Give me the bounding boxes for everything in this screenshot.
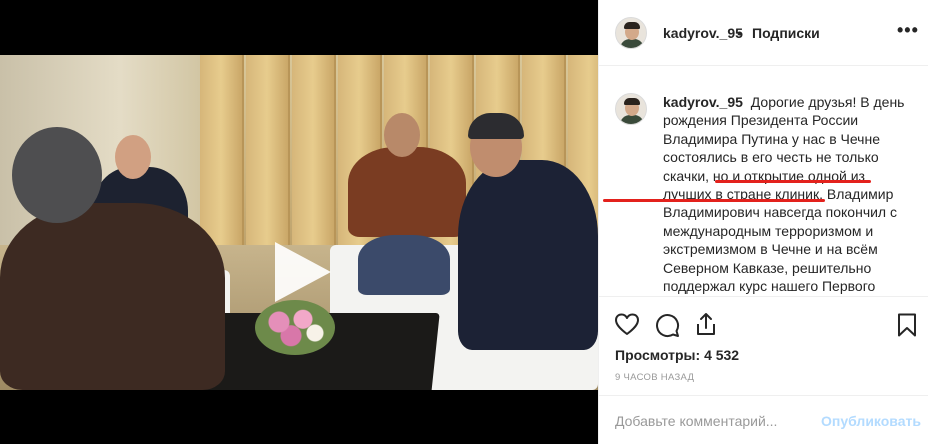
flower-bouquet — [255, 300, 335, 355]
person-center — [348, 147, 466, 237]
caption-username-link[interactable]: kadyrov._95 — [663, 94, 743, 110]
video-player[interactable] — [0, 55, 598, 390]
publish-button[interactable]: Опубликовать — [821, 413, 921, 429]
caption-text-2: . Владимир Владимирович навсегда покончи… — [663, 186, 897, 295]
person-right — [458, 160, 598, 350]
comment-icon[interactable] — [654, 312, 680, 338]
views-number: 4 532 — [704, 347, 740, 363]
highlight-underline — [603, 199, 825, 202]
post-media — [0, 0, 598, 444]
avatar[interactable] — [615, 17, 647, 49]
caption-section: kadyrov._95 Дорогие друзья! В день рожде… — [599, 66, 928, 296]
highlight-underline — [715, 180, 871, 183]
comment-input[interactable] — [615, 411, 815, 431]
separator-dot: • — [737, 25, 742, 41]
comment-box: Опубликовать — [599, 395, 928, 444]
share-icon[interactable] — [693, 311, 719, 337]
post-timestamp[interactable]: 9 часов назад — [615, 372, 694, 383]
caption-avatar[interactable] — [615, 93, 647, 125]
person-left-front — [0, 203, 225, 390]
more-options-icon[interactable]: ••• — [897, 20, 919, 41]
views-label: Просмотры: — [615, 347, 701, 363]
follow-button[interactable]: Подписки — [752, 25, 820, 41]
view-count[interactable]: Просмотры: 4 532 — [615, 347, 739, 363]
bookmark-icon[interactable] — [894, 312, 920, 338]
post-header: kadyrov._95 • Подписки ••• — [599, 0, 928, 66]
heart-icon[interactable] — [614, 312, 640, 338]
play-icon[interactable] — [271, 240, 333, 304]
post-caption: kadyrov._95 Дорогие друзья! В день рожде… — [663, 93, 913, 295]
username-link[interactable]: kadyrov._95 — [663, 25, 743, 41]
post-sidebar: kadyrov._95 • Подписки ••• kadyrov._95 Д… — [598, 0, 928, 444]
